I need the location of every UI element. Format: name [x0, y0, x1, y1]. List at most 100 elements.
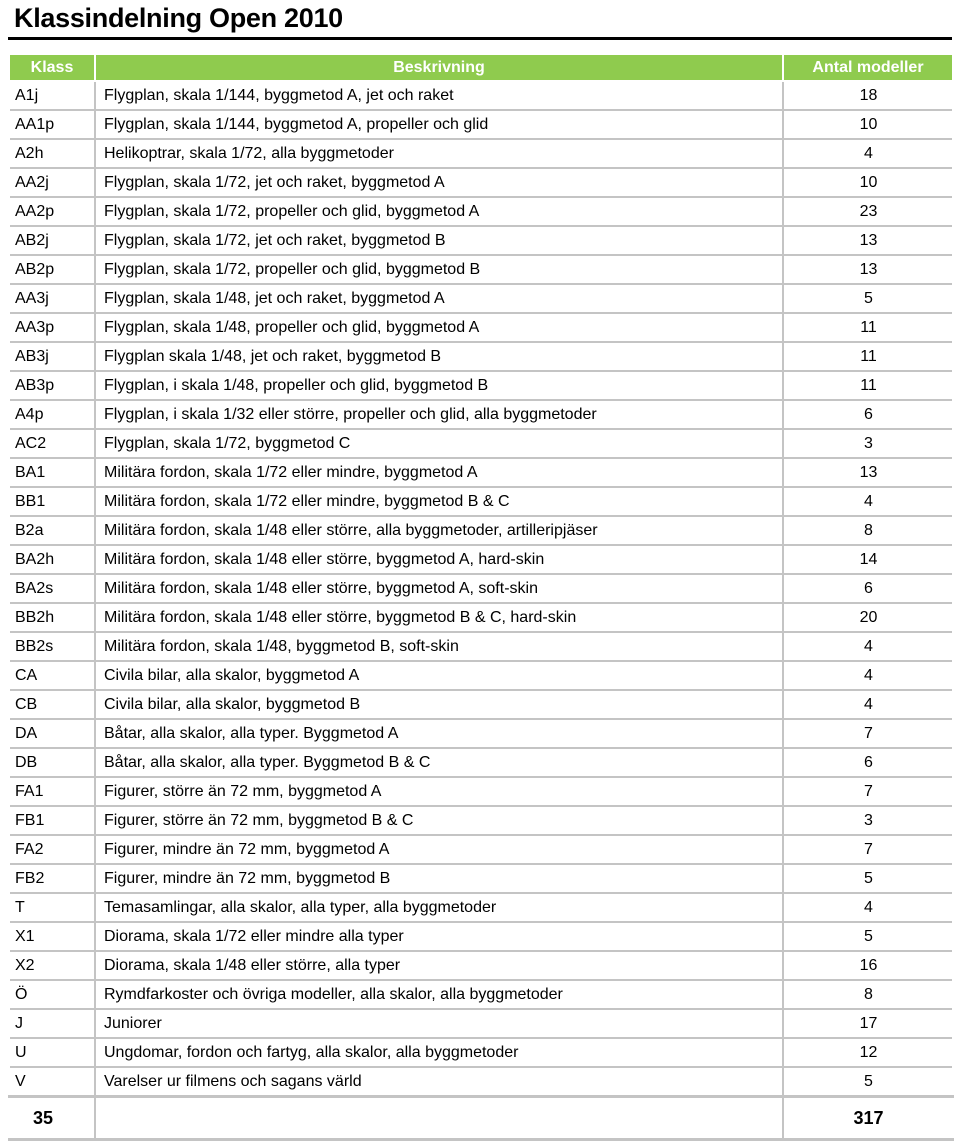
cell-antal-modeller: 4 — [782, 892, 954, 922]
cell-beskrivning: Flygplan, skala 1/144, byggmetod A, prop… — [94, 109, 784, 139]
cell-beskrivning: Juniorer — [94, 1008, 784, 1038]
cell-antal-modeller: 5 — [782, 283, 954, 313]
table-row: AB2p Flygplan, skala 1/72, propeller och … — [8, 254, 954, 284]
cell-klass: BA2h — [8, 544, 96, 574]
table-row: AC2 Flygplan, skala 1/72, byggmetod C3 — [8, 428, 954, 458]
table-row: FB2 Figurer, mindre än 72 mm, byggmetod B… — [8, 863, 954, 893]
cell-antal-modeller: 4 — [782, 486, 954, 516]
cell-antal-modeller: 7 — [782, 718, 954, 748]
cell-klass: AA3j — [8, 283, 96, 313]
cell-klass: A1j — [8, 80, 96, 110]
cell-klass: DA — [8, 718, 96, 748]
cell-beskrivning: Helikoptrar, skala 1/72, alla byggmetode… — [94, 138, 784, 168]
column-header-klass: Klass — [8, 54, 96, 82]
cell-beskrivning: Militära fordon, skala 1/72 eller mindre… — [94, 486, 784, 516]
table-row: J Juniorer 17 — [8, 1008, 954, 1038]
cell-antal-modeller: 8 — [782, 979, 954, 1009]
cell-beskrivning: Civila bilar, alla skalor, byggmetod B — [94, 689, 784, 719]
cell-klass: BB2s — [8, 631, 96, 661]
cell-antal-modeller: 11 — [782, 341, 954, 371]
table-row: AB2j Flygplan, skala 1/72, jet och raket,… — [8, 225, 954, 255]
table-row: BA2h Militära fordon, skala 1/48 eller st… — [8, 544, 954, 574]
cell-beskrivning: Flygplan, skala 1/144, byggmetod A, jet … — [94, 80, 784, 110]
table-header: Klass Beskrivning Antal modeller — [8, 54, 954, 82]
table-row: CA Civila bilar, alla skalor, byggmetod A… — [8, 660, 954, 690]
column-header-beskrivning: Beskrivning — [94, 54, 784, 82]
cell-antal-modeller: 4 — [782, 660, 954, 690]
cell-antal-modeller: 10 — [782, 109, 954, 139]
table-row: B2a Militära fordon, skala 1/48 eller stö… — [8, 515, 954, 545]
table-row: AA2j Flygplan, skala 1/72, jet och raket,… — [8, 167, 954, 197]
cell-antal-modeller: 6 — [782, 399, 954, 429]
table-row: AA1p Flygplan, skala 1/144, byggmetod A, … — [8, 109, 954, 139]
cell-klass: BA2s — [8, 573, 96, 603]
cell-klass: U — [8, 1037, 96, 1067]
cell-antal-modeller: 12 — [782, 1037, 954, 1067]
cell-klass: J — [8, 1008, 96, 1038]
table-row: A1j Flygplan, skala 1/144, byggmetod A, j… — [8, 80, 954, 110]
cell-klass: AA2p — [8, 196, 96, 226]
cell-antal-modeller: 17 — [782, 1008, 954, 1038]
cell-klass: BB1 — [8, 486, 96, 516]
cell-beskrivning: Varelser ur filmens och sagans värld — [94, 1066, 784, 1097]
cell-beskrivning: Ungdomar, fordon och fartyg, alla skalor… — [94, 1037, 784, 1067]
cell-beskrivning: Diorama, skala 1/48 eller större, alla t… — [94, 950, 784, 980]
cell-klass: FA2 — [8, 834, 96, 864]
cell-klass: A4p — [8, 399, 96, 429]
cell-beskrivning: Militära fordon, skala 1/48 eller större… — [94, 573, 784, 603]
cell-klass: Ö — [8, 979, 96, 1009]
cell-beskrivning: Militära fordon, skala 1/48, byggmetod B… — [94, 631, 784, 661]
cell-beskrivning: Flygplan, i skala 1/32 eller större, pro… — [94, 399, 784, 429]
table-row: A4p Flygplan, i skala 1/32 eller större, … — [8, 399, 954, 429]
table-row: AA2p Flygplan, skala 1/72, propeller och … — [8, 196, 954, 226]
cell-antal-modeller: 4 — [782, 138, 954, 168]
cell-klass: B2a — [8, 515, 96, 545]
cell-klass: BB2h — [8, 602, 96, 632]
cell-klass: AB2j — [8, 225, 96, 255]
cell-klass: FB1 — [8, 805, 96, 835]
table-row: BA2s Militära fordon, skala 1/48 eller st… — [8, 573, 954, 603]
title-divider — [8, 37, 952, 40]
table-row: FA2 Figurer, mindre än 72 mm, byggmetod A… — [8, 834, 954, 864]
cell-klass: FB2 — [8, 863, 96, 893]
table-row: FA1 Figurer, större än 72 mm, byggmetod A… — [8, 776, 954, 806]
table-row: AB3j Flygplan skala 1/48, jet och raket, … — [8, 341, 954, 371]
cell-antal-modeller: 5 — [782, 1066, 954, 1097]
class-table: Klass Beskrivning Antal modeller A1j Flyg… — [8, 54, 954, 1141]
cell-beskrivning: Figurer, mindre än 72 mm, byggmetod A — [94, 834, 784, 864]
cell-klass: BA1 — [8, 457, 96, 487]
cell-beskrivning: Figurer, större än 72 mm, byggmetod A — [94, 776, 784, 806]
cell-klass: T — [8, 892, 96, 922]
table-row: X2 Diorama, skala 1/48 eller större, alla… — [8, 950, 954, 980]
cell-beskrivning: Diorama, skala 1/72 eller mindre alla ty… — [94, 921, 784, 951]
table-row: AA3j Flygplan, skala 1/48, jet och raket,… — [8, 283, 954, 313]
cell-klass: AC2 — [8, 428, 96, 458]
cell-beskrivning: Flygplan, skala 1/72, jet och raket, byg… — [94, 225, 784, 255]
cell-klass: DB — [8, 747, 96, 777]
table-row: BB1 Militära fordon, skala 1/72 eller min… — [8, 486, 954, 516]
cell-antal-modeller: 11 — [782, 312, 954, 342]
table-row: CB Civila bilar, alla skalor, byggmetod B… — [8, 689, 954, 719]
class-table-container: Klass Beskrivning Antal modeller A1j Flyg… — [8, 54, 954, 1141]
table-header-row: Klass Beskrivning Antal modeller — [8, 54, 954, 82]
cell-beskrivning: Flygplan, skala 1/48, jet och raket, byg… — [94, 283, 784, 313]
cell-beskrivning: Flygplan, skala 1/72, jet och raket, byg… — [94, 167, 784, 197]
total-class-count: 35 — [8, 1095, 96, 1141]
cell-klass: AA2j — [8, 167, 96, 197]
cell-beskrivning: Militära fordon, skala 1/48 eller större… — [94, 602, 784, 632]
cell-antal-modeller: 18 — [782, 80, 954, 110]
cell-antal-modeller: 13 — [782, 225, 954, 255]
cell-beskrivning: Figurer, mindre än 72 mm, byggmetod B — [94, 863, 784, 893]
cell-antal-modeller: 23 — [782, 196, 954, 226]
table-row: X1 Diorama, skala 1/72 eller mindre alla … — [8, 921, 954, 951]
cell-klass: A2h — [8, 138, 96, 168]
cell-antal-modeller: 16 — [782, 950, 954, 980]
cell-antal-modeller: 8 — [782, 515, 954, 545]
cell-antal-modeller: 20 — [782, 602, 954, 632]
cell-antal-modeller: 10 — [782, 167, 954, 197]
column-header-antal-modeller: Antal modeller — [782, 54, 954, 82]
cell-antal-modeller: 3 — [782, 428, 954, 458]
cell-antal-modeller: 7 — [782, 834, 954, 864]
cell-antal-modeller: 4 — [782, 631, 954, 661]
cell-beskrivning: Militära fordon, skala 1/72 eller mindre… — [94, 457, 784, 487]
